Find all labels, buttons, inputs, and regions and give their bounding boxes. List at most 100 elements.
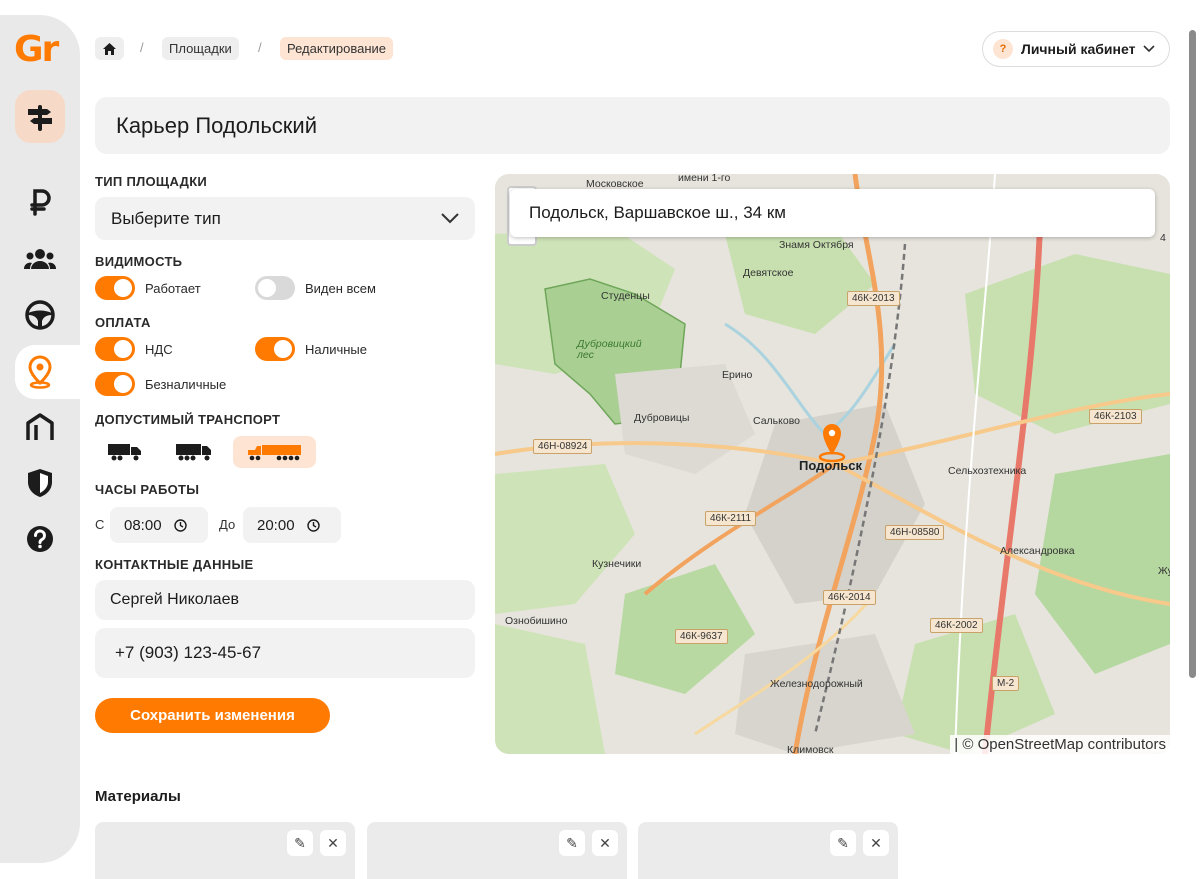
clock-icon bbox=[306, 518, 320, 532]
edit-icon[interactable]: ✎ bbox=[287, 830, 313, 856]
transport-option-small-truck[interactable] bbox=[100, 436, 150, 468]
toggle-label: Безналичные bbox=[145, 376, 227, 392]
edit-icon[interactable]: ✎ bbox=[559, 830, 585, 856]
toggle-switch[interactable] bbox=[255, 276, 295, 300]
map-place-label: Дубровицы bbox=[634, 412, 690, 424]
material-card[interactable]: ✎ ✕ bbox=[95, 822, 355, 879]
toggle-switch[interactable] bbox=[95, 276, 135, 300]
toggle-label: Работает bbox=[145, 280, 201, 296]
time-to-input[interactable]: 20:00 bbox=[243, 507, 341, 543]
close-icon[interactable]: ✕ bbox=[320, 830, 346, 856]
help-badge: ? bbox=[993, 39, 1013, 59]
toggle-label: НДС bbox=[145, 341, 173, 357]
map-place-label: 4 bbox=[1160, 232, 1166, 244]
home-icon bbox=[103, 42, 116, 55]
transport-option-long-truck[interactable] bbox=[233, 436, 316, 468]
chevron-down-icon bbox=[441, 213, 459, 224]
contact-name-input[interactable]: Сергей Николаев bbox=[95, 580, 475, 620]
map-place-label: Сельхозтехника bbox=[948, 465, 1027, 477]
map-place-label: Ознобишино bbox=[505, 615, 568, 627]
signpost-icon bbox=[28, 104, 52, 131]
breadcrumb-home[interactable] bbox=[95, 37, 124, 60]
page-title[interactable]: Карьер Подольский bbox=[95, 97, 1170, 154]
road-label: 46К-2103 bbox=[1089, 409, 1142, 424]
truck-long-icon bbox=[247, 445, 301, 461]
map-place-label: Знамя Октября bbox=[779, 239, 854, 251]
road-label: 46К-9637 bbox=[675, 629, 728, 644]
sidebar-item-users[interactable] bbox=[0, 232, 80, 286]
page-scrollbar[interactable] bbox=[1189, 30, 1196, 678]
toggle-cash[interactable]: Наличные bbox=[255, 337, 367, 361]
location-pin-icon bbox=[28, 355, 52, 389]
map-place-label: Сальково bbox=[753, 415, 800, 427]
map-place-label: имени 1-го bbox=[678, 174, 731, 184]
road-label: 46К-2002 bbox=[930, 618, 983, 633]
map-search-input[interactable]: Подольск, Варшавское ш., 34 км bbox=[510, 189, 1155, 237]
toggle-visible-all[interactable]: Виден всем bbox=[255, 276, 376, 300]
close-icon[interactable]: ✕ bbox=[592, 830, 618, 856]
sidebar-item-warehouse[interactable] bbox=[0, 400, 80, 454]
material-card[interactable]: ✎ ✕ bbox=[638, 822, 898, 879]
site-type-value: Выберите тип bbox=[111, 208, 221, 228]
close-icon[interactable]: ✕ bbox=[863, 830, 889, 856]
toggle-cashless[interactable]: Безналичные bbox=[95, 372, 226, 396]
map[interactable]: Подольск, Варшавское ш., 34 км Московско… bbox=[495, 174, 1170, 754]
toggle-vat[interactable]: НДС bbox=[95, 337, 173, 361]
toggle-switch[interactable] bbox=[95, 337, 135, 361]
sidebar-item-security[interactable] bbox=[0, 456, 80, 510]
time-from-input[interactable]: 08:00 bbox=[110, 507, 208, 543]
transport-option-medium-truck[interactable] bbox=[168, 436, 220, 468]
breadcrumb-places[interactable]: Площадки bbox=[162, 37, 239, 60]
material-card[interactable]: ✎ ✕ bbox=[367, 822, 627, 879]
clock-icon bbox=[173, 518, 187, 532]
payment-label: ОПЛАТА bbox=[95, 315, 151, 330]
toggle-switch[interactable] bbox=[255, 337, 295, 361]
save-button[interactable]: Сохранить изменения bbox=[95, 698, 330, 733]
map-place-label: Студенцы bbox=[601, 290, 650, 302]
help-icon bbox=[27, 526, 53, 552]
time-to-label: До bbox=[219, 517, 236, 532]
map-attribution[interactable]: | © OpenStreetMap contributors bbox=[950, 735, 1170, 754]
road-label: 46К-2014 bbox=[823, 590, 876, 605]
users-icon bbox=[24, 249, 56, 269]
map-place-label: Московское bbox=[586, 178, 644, 190]
time-from-label: С bbox=[95, 517, 105, 532]
toggle-switch[interactable] bbox=[95, 372, 135, 396]
shield-icon bbox=[28, 469, 52, 497]
hours-label: ЧАСЫ РАБОТЫ bbox=[95, 482, 200, 497]
sidebar: Gr bbox=[0, 15, 80, 863]
sidebar-item-help[interactable] bbox=[0, 512, 80, 566]
app-logo[interactable]: Gr bbox=[14, 29, 59, 70]
truck-small-icon bbox=[108, 444, 141, 461]
breadcrumb-separator: / bbox=[140, 40, 144, 55]
chevron-down-icon bbox=[1143, 45, 1156, 53]
account-menu-button[interactable]: ? Личный кабинет bbox=[982, 31, 1170, 67]
ruble-icon bbox=[30, 189, 51, 216]
road-label: М-2 bbox=[992, 676, 1020, 691]
sidebar-item-places[interactable] bbox=[15, 345, 80, 399]
site-type-select[interactable]: Выберите тип bbox=[95, 197, 475, 240]
transport-label: ДОПУСТИМЫЙ ТРАНСПОРТ bbox=[95, 412, 281, 427]
map-forest-label: Дубровицкий лес bbox=[577, 338, 642, 361]
sidebar-item-finance[interactable] bbox=[0, 175, 80, 229]
road-label: 46Н-08580 bbox=[885, 525, 945, 540]
time-to-value: 20:00 bbox=[257, 516, 295, 534]
map-marker-icon[interactable] bbox=[817, 422, 847, 462]
site-type-label: ТИП ПЛОЩАДКИ bbox=[95, 174, 208, 189]
map-place-label: Девятское bbox=[743, 267, 794, 279]
visibility-label: ВИДИМОСТЬ bbox=[95, 254, 183, 269]
sidebar-item-vehicles[interactable] bbox=[0, 288, 80, 342]
toggle-working[interactable]: Работает bbox=[95, 276, 201, 300]
avatar[interactable] bbox=[15, 90, 65, 143]
steering-wheel-icon bbox=[25, 300, 55, 330]
toggle-label: Виден всем bbox=[305, 280, 376, 296]
edit-icon[interactable]: ✎ bbox=[830, 830, 856, 856]
map-city-label: Подольск bbox=[799, 458, 862, 473]
map-place-label: Железнодорожный bbox=[770, 678, 863, 690]
materials-title: Материалы bbox=[95, 788, 181, 805]
account-label: Личный кабинет bbox=[1021, 41, 1136, 57]
time-from-value: 08:00 bbox=[124, 516, 162, 534]
contact-phone-input[interactable]: +7 (903) 123-45-67 bbox=[95, 628, 475, 678]
map-place-label: Ерино bbox=[722, 369, 753, 381]
road-label: 46К-2013 bbox=[847, 291, 900, 306]
